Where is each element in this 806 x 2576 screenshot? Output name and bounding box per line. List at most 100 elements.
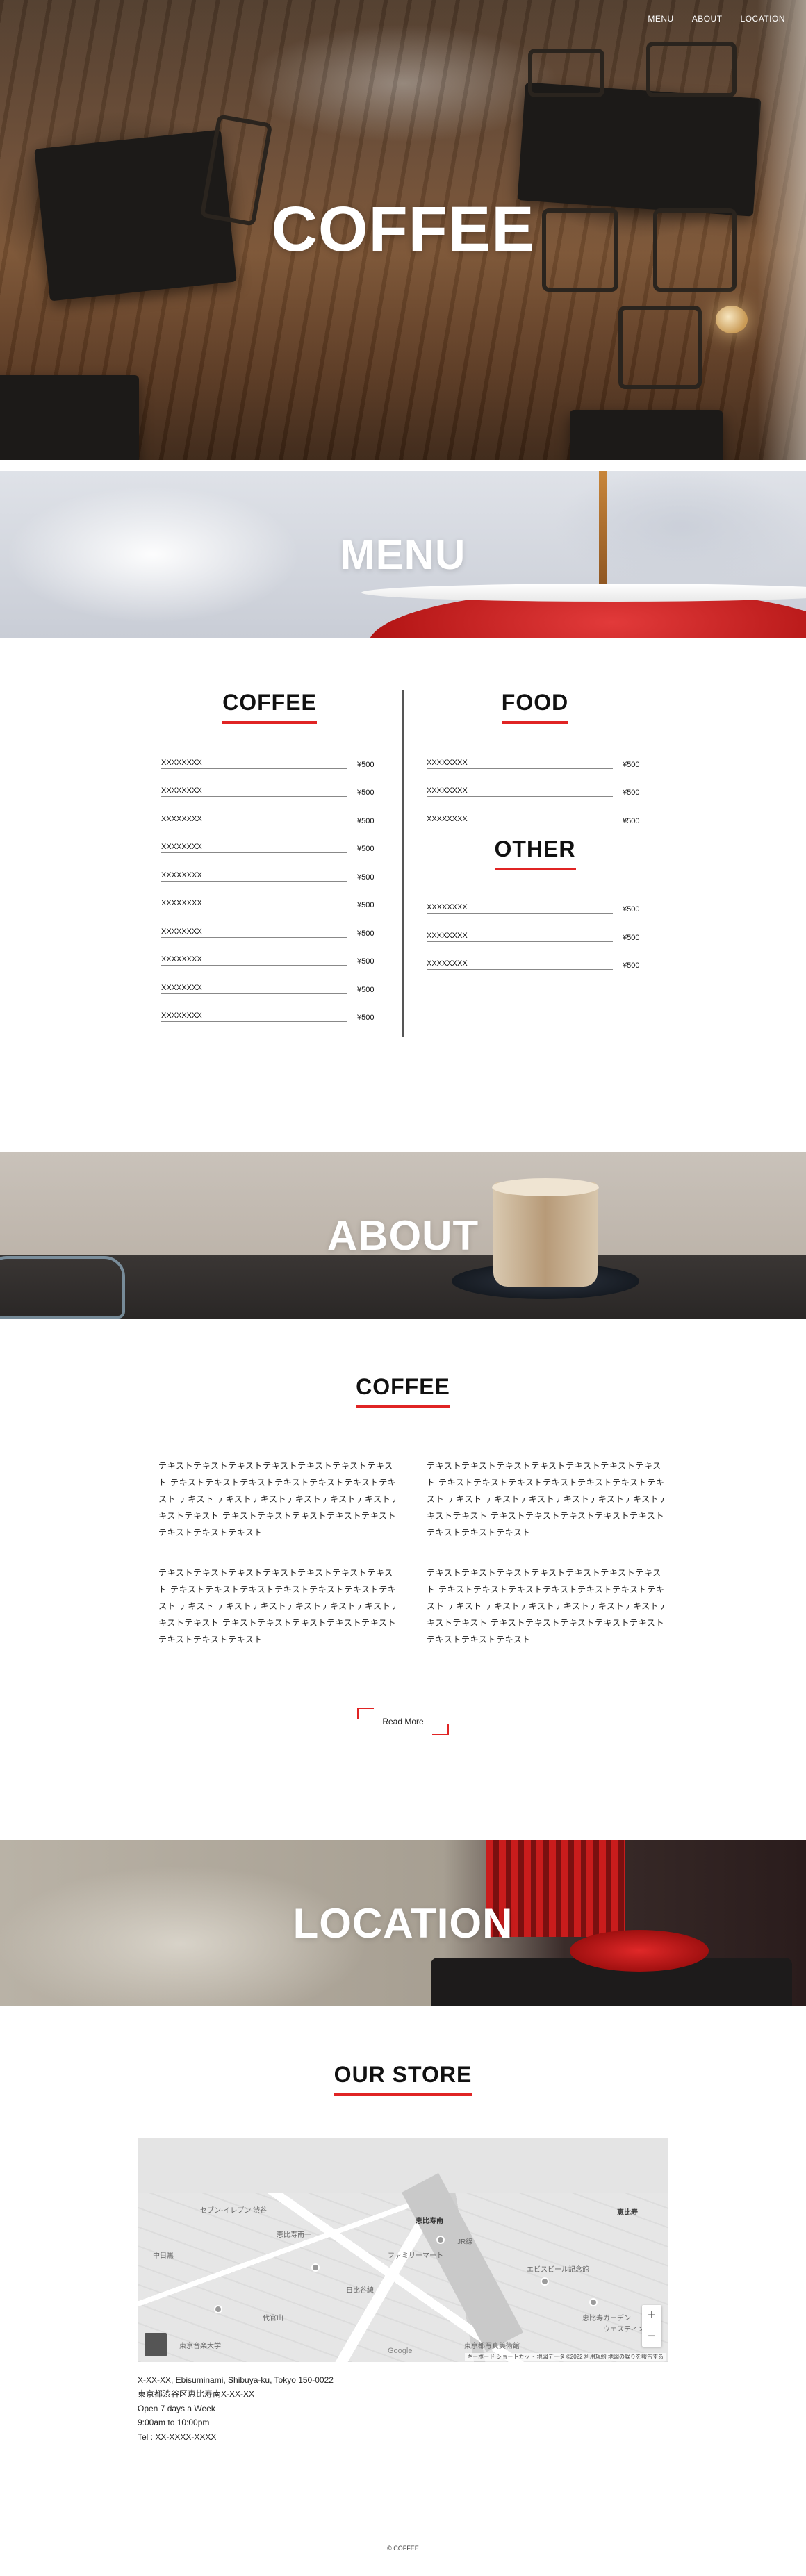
footer-copyright: © COFFEE	[387, 2545, 419, 2552]
map-label: ファミリーマート	[388, 2252, 443, 2260]
map-label: 東京都写真美術館	[464, 2343, 520, 2350]
about-paragraph: テキストテキストテキストテキストテキストテキストテキスト テキストテキストテキス…	[158, 1568, 400, 1644]
map-label: 東京音楽大学	[179, 2343, 221, 2350]
menu-coffee-heading: COFFEE	[161, 690, 378, 724]
map-label: 代官山	[263, 2315, 283, 2322]
map-blank-area	[138, 2138, 668, 2193]
read-more-button[interactable]: Read More	[357, 1708, 449, 1735]
about-heading: COFFEE	[0, 1319, 806, 1408]
water-glass-image	[0, 1256, 125, 1319]
menu-item: XXXXXXXX ¥500	[161, 769, 378, 797]
menu-item-price: ¥500	[623, 816, 640, 825]
menu-other-title: OTHER	[494, 836, 576, 870]
map-label: 恵比寿ガーデン	[582, 2315, 631, 2322]
menu-coffee-title: COFFEE	[222, 690, 317, 724]
menu-item-price: ¥500	[357, 985, 375, 994]
menu-item-price: ¥500	[623, 961, 640, 970]
cup-rim-image	[361, 584, 806, 602]
menu-item-price: ¥500	[357, 789, 375, 797]
map-label: JR線	[457, 2238, 473, 2246]
menu-item-price: ¥500	[623, 760, 640, 769]
about-paragraph: テキストテキストテキストテキストテキストテキストテキスト テキストテキストテキス…	[427, 1461, 668, 1537]
hero-lamp	[716, 306, 748, 333]
menu-item-price: ¥500	[357, 816, 375, 825]
menu-item-name: XXXXXXXX	[427, 932, 613, 942]
map-label: 日比谷線	[346, 2287, 374, 2295]
zoom-out-icon[interactable]: −	[648, 2329, 656, 2343]
menu-item-price: ¥500	[357, 760, 375, 769]
map-pin-icon[interactable]	[311, 2263, 320, 2272]
store-title: OUR STORE	[334, 2062, 472, 2096]
read-more-label: Read More	[382, 1717, 424, 1726]
hero-chair	[646, 42, 737, 97]
menu-item: XXXXXXXX ¥500	[427, 797, 643, 825]
menu-item-name: XXXXXXXX	[427, 959, 613, 970]
menu-item: XXXXXXXX ¥500	[427, 741, 643, 769]
menu-item: XXXXXXXX ¥500	[427, 942, 643, 970]
nav-menu-link[interactable]: MENU	[648, 14, 673, 24]
menu-food-column: FOOD XXXXXXXX ¥500 XXXXXXXX ¥500 XXXXXXXX ¥…	[427, 690, 643, 970]
map-pin-icon[interactable]	[589, 2298, 598, 2306]
menu-item: XXXXXXXX ¥500	[427, 769, 643, 797]
menu-item-name: XXXXXXXX	[427, 815, 613, 825]
nav-location-link[interactable]: LOCATION	[741, 14, 785, 24]
map-label: 恵比寿南	[416, 2218, 443, 2225]
about-banner-title: ABOUT	[327, 1212, 479, 1259]
map-pin-icon[interactable]	[436, 2236, 445, 2244]
footer: © COFFEE	[0, 2520, 806, 2576]
menu-item-name: XXXXXXXX	[161, 927, 347, 938]
menu-item-name: XXXXXXXX	[161, 786, 347, 797]
map-attribution[interactable]: キーボード ショートカット 地図データ ©2022 利用規約 地図の誤りを報告す…	[465, 2353, 666, 2361]
menu-item-price: ¥500	[357, 873, 375, 882]
about-paragraph: テキストテキストテキストテキストテキストテキストテキスト テキストテキストテキス…	[427, 1568, 668, 1644]
map-label: 中目黒	[153, 2252, 174, 2260]
nav-about-link[interactable]: ABOUT	[692, 14, 723, 24]
google-logo: Google	[388, 2347, 413, 2355]
menu-item-name: XXXXXXXX	[161, 1012, 347, 1022]
store-info: X-XX-XX, Ebisuminami, Shibuya-ku, Tokyo …	[138, 2373, 334, 2444]
map-label: ウェスティン	[603, 2326, 645, 2334]
about-section: COFFEE テキストテキストテキストテキストテキストテキストテキスト テキスト…	[0, 1319, 806, 1770]
store-address-ja: 東京都渋谷区恵比寿南X-XX-XX	[138, 2389, 255, 2400]
latte-foam-image	[492, 1178, 599, 1196]
about-banner: ABOUT	[0, 1152, 806, 1319]
map-label: エビスビール記念館	[527, 2266, 589, 2274]
menu-item-price: ¥500	[357, 845, 375, 853]
map-pin-icon[interactable]	[214, 2305, 222, 2313]
menu-item-name: XXXXXXXX	[161, 815, 347, 825]
menu-item: XXXXXXXX ¥500	[161, 994, 378, 1022]
about-title: COFFEE	[356, 1374, 450, 1408]
menu-item-price: ¥500	[623, 905, 640, 914]
zoom-in-icon[interactable]: +	[648, 2309, 656, 2322]
menu-item-name: XXXXXXXX	[427, 786, 613, 797]
store-section: OUR STORE セブン-イレブン 渋谷 恵比寿南 恵比寿 ファミリーマート …	[0, 2006, 806, 2520]
main-nav: MENU ABOUT LOCATION	[648, 14, 785, 24]
map-label: 恵比寿	[617, 2209, 638, 2217]
hero-title: COFFEE	[271, 194, 535, 265]
menu-item-name: XXXXXXXX	[427, 903, 613, 914]
about-paragraph: テキストテキストテキストテキストテキストテキストテキスト テキストテキストテキス…	[158, 1461, 400, 1537]
store-map[interactable]: セブン-イレブン 渋谷 恵比寿南 恵比寿 ファミリーマート エビスビール記念館 …	[138, 2138, 668, 2362]
hero-section: MENU ABOUT LOCATION COFFEE	[0, 0, 806, 460]
hero-table-bottom-left	[0, 375, 139, 460]
menu-item: XXXXXXXX ¥500	[427, 914, 643, 942]
store-open-days: Open 7 days a Week	[138, 2403, 215, 2413]
menu-banner-title: MENU	[340, 531, 466, 578]
menu-item-name: XXXXXXXX	[161, 955, 347, 966]
hero-table-bottom-right	[570, 410, 723, 460]
street-view-icon[interactable]	[145, 2333, 167, 2356]
menu-coffee-list: XXXXXXXX ¥500 XXXXXXXX ¥500 XXXXXXXX ¥500 X…	[161, 741, 378, 1022]
menu-divider	[402, 690, 404, 1037]
hero-chair	[528, 49, 604, 97]
map-pin-icon[interactable]	[541, 2277, 549, 2286]
map-zoom-control[interactable]: + −	[642, 2305, 661, 2347]
map-tiles[interactable]	[138, 2193, 668, 2362]
menu-item: XXXXXXXX ¥500	[161, 853, 378, 882]
menu-item: XXXXXXXX ¥500	[161, 741, 378, 769]
menu-item-price: ¥500	[357, 1014, 375, 1022]
menu-item-name: XXXXXXXX	[427, 759, 613, 769]
menu-item: XXXXXXXX ¥500	[161, 825, 378, 853]
menu-item: XXXXXXXX ¥500	[161, 797, 378, 825]
menu-item-price: ¥500	[357, 929, 375, 938]
location-banner: LOCATION	[0, 1840, 806, 2006]
